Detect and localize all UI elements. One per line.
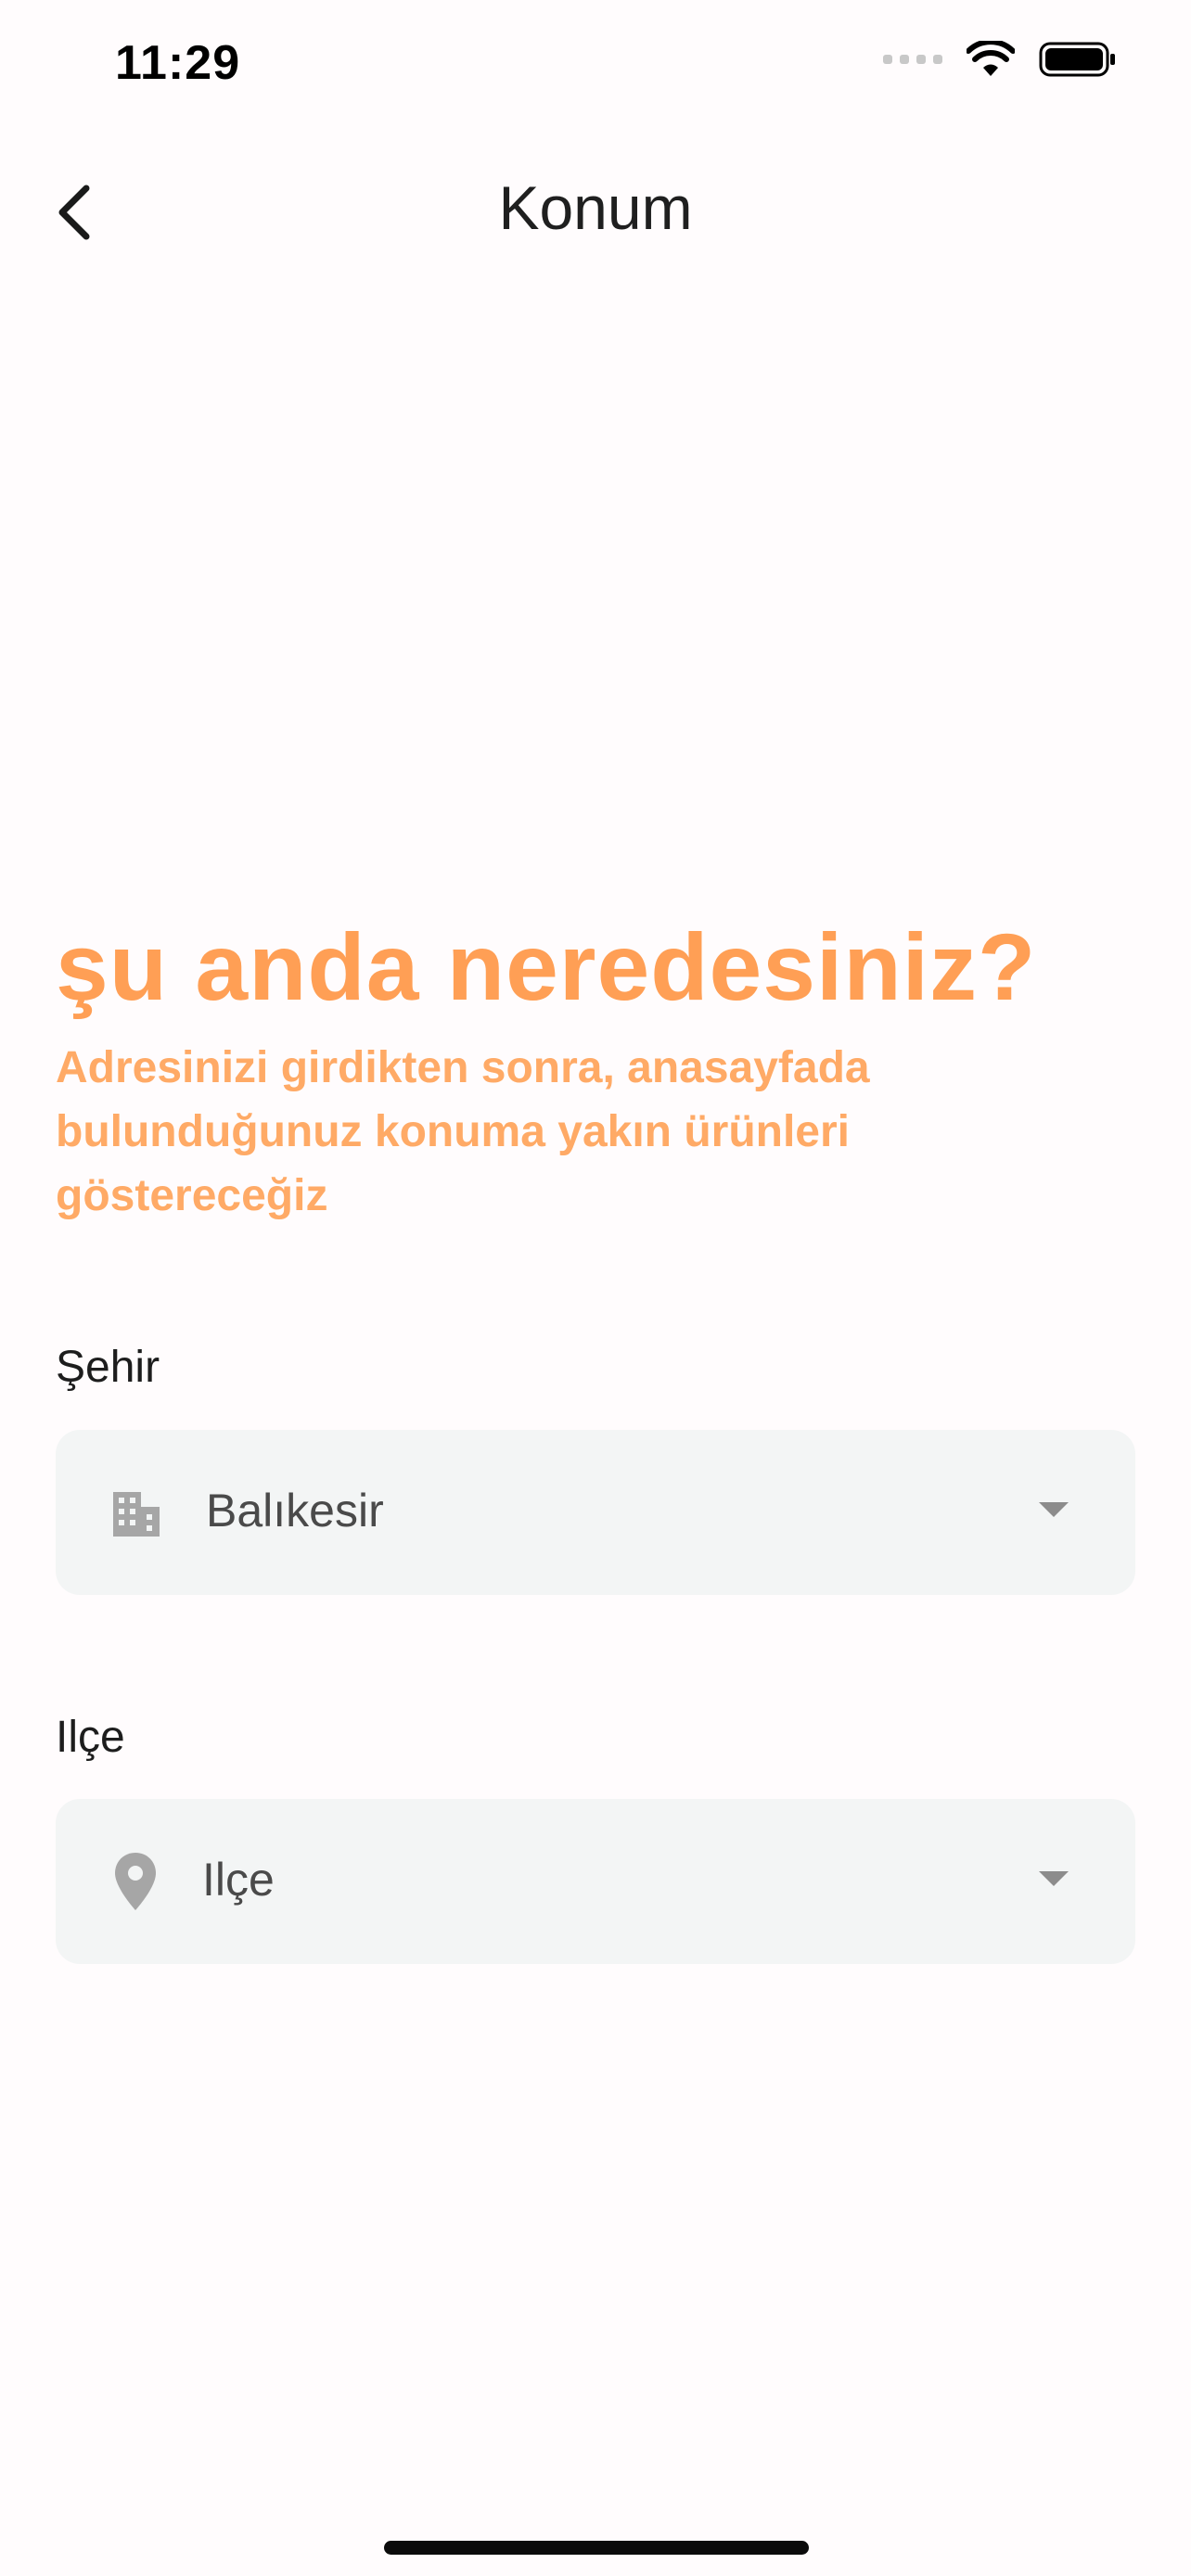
page-title: Konum bbox=[498, 173, 693, 242]
city-dropdown-value: Balıkesir bbox=[206, 1485, 384, 1537]
status-icons bbox=[883, 41, 1117, 78]
app-bar: Konum bbox=[0, 148, 1191, 269]
location-pin-icon bbox=[104, 1850, 167, 1913]
home-indicator[interactable] bbox=[384, 2541, 809, 2555]
location-description: Adresinizi girdikten sonra, anasayfada b… bbox=[56, 1043, 870, 1220]
district-dropdown-arrow-icon bbox=[1039, 1871, 1069, 1886]
status-bar: 11:29 bbox=[0, 0, 1191, 130]
location-question-heading: şu anda neredesiniz? bbox=[56, 914, 1037, 1020]
city-building-icon bbox=[104, 1481, 167, 1544]
battery-icon bbox=[1039, 42, 1115, 77]
status-time: 11:29 bbox=[115, 36, 241, 90]
wifi-icon bbox=[967, 41, 1015, 76]
district-label: Ilçe bbox=[56, 1713, 125, 1762]
city-dropdown[interactable]: Balıkesir bbox=[56, 1430, 1135, 1595]
city-label: Şehir bbox=[56, 1343, 160, 1392]
cellular-signal-icon bbox=[883, 55, 942, 64]
district-dropdown-placeholder: Ilçe bbox=[202, 1854, 275, 1906]
city-dropdown-arrow-icon bbox=[1039, 1502, 1069, 1517]
district-dropdown[interactable]: Ilçe bbox=[56, 1799, 1135, 1964]
